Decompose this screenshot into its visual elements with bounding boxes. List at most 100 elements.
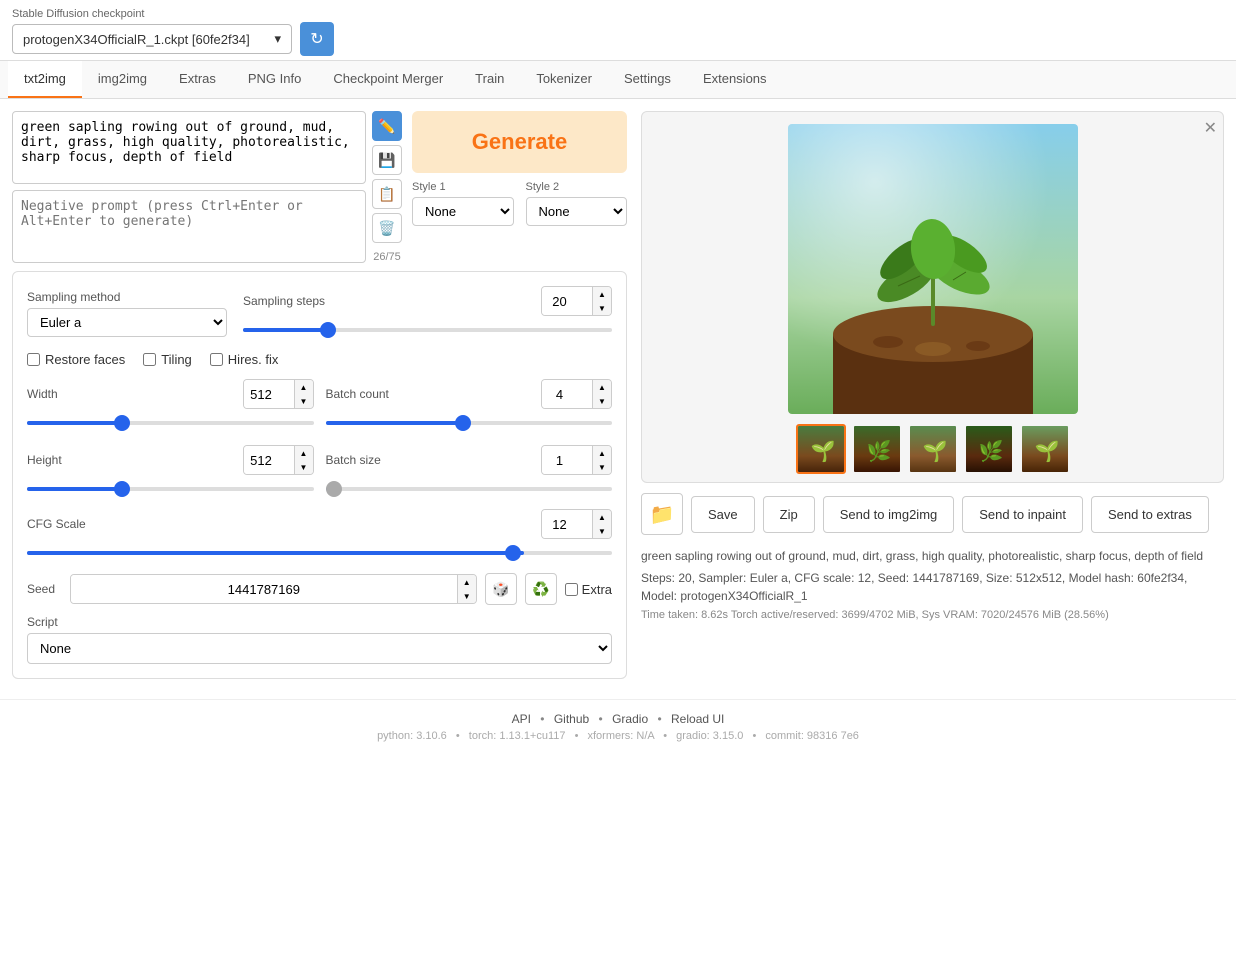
tab-img2img[interactable]: img2img — [82, 61, 163, 98]
width-input[interactable]: ▲ ▼ — [243, 379, 314, 409]
refresh-checkpoint-button[interactable]: ↻ — [300, 22, 334, 56]
seed-up-btn[interactable]: ▲ — [458, 575, 476, 589]
tab-txt2img[interactable]: txt2img — [8, 61, 82, 98]
gradio-link[interactable]: Gradio — [612, 712, 648, 726]
batch-count-up-btn[interactable]: ▲ — [593, 380, 611, 394]
batch-size-label: Batch size — [326, 453, 381, 467]
width-slider-fill — [27, 421, 127, 425]
send-to-img2img-button[interactable]: Send to img2img — [823, 496, 955, 533]
sampling-steps-label: Sampling steps — [243, 294, 325, 308]
width-down-btn[interactable]: ▼ — [295, 394, 313, 408]
restore-faces-checkbox[interactable]: Restore faces — [27, 352, 125, 367]
recycle-button[interactable]: ♻️ — [525, 573, 557, 605]
dice-button[interactable]: 🎲 — [485, 573, 517, 605]
height-down-btn[interactable]: ▼ — [295, 460, 313, 474]
restore-faces-input[interactable] — [27, 353, 40, 366]
thumbnail-5[interactable]: 🌱 — [1020, 424, 1070, 474]
thumbnail-1[interactable]: 🌱 — [796, 424, 846, 474]
thumbnail-2[interactable]: 🌿 — [852, 424, 902, 474]
reload-ui-link[interactable]: Reload UI — [671, 712, 724, 726]
open-folder-button[interactable]: 📁 — [641, 493, 683, 535]
github-link[interactable]: Github — [554, 712, 589, 726]
zip-button[interactable]: Zip — [763, 496, 815, 533]
height-slider-thumb[interactable] — [114, 481, 130, 497]
style1-select[interactable]: None — [412, 197, 514, 226]
footer-links: API • Github • Gradio • Reload UI — [12, 712, 1224, 726]
negative-prompt-input[interactable] — [12, 190, 366, 263]
thumbnail-3[interactable]: 🌱 — [908, 424, 958, 474]
footer: API • Github • Gradio • Reload UI python… — [0, 699, 1236, 754]
cfg-label: CFG Scale — [27, 517, 86, 531]
tiling-input[interactable] — [143, 353, 156, 366]
tab-settings[interactable]: Settings — [608, 61, 687, 98]
extra-input[interactable] — [565, 583, 578, 596]
cfg-input[interactable]: ▲ ▼ — [541, 509, 612, 539]
height-up-btn[interactable]: ▲ — [295, 446, 313, 460]
seed-label: Seed — [27, 582, 62, 596]
batch-size-down-btn[interactable]: ▼ — [593, 460, 611, 474]
api-link[interactable]: API — [512, 712, 531, 726]
clear-prompt-button[interactable]: 🗑️ — [372, 213, 402, 243]
batch-size-up-btn[interactable]: ▲ — [593, 446, 611, 460]
hires-fix-input[interactable] — [210, 353, 223, 366]
steps-up-btn[interactable]: ▲ — [593, 287, 611, 301]
batch-size-input[interactable]: ▲ ▼ — [541, 445, 612, 475]
batch-size-value-input[interactable] — [542, 446, 592, 474]
extra-checkbox[interactable]: Extra — [565, 582, 612, 597]
height-input[interactable]: ▲ ▼ — [243, 445, 314, 475]
script-label: Script — [27, 615, 612, 629]
close-image-button[interactable]: ✕ — [1204, 118, 1217, 138]
cfg-down-btn[interactable]: ▼ — [593, 524, 611, 538]
batch-count-down-btn[interactable]: ▼ — [593, 394, 611, 408]
batch-count-input[interactable]: ▲ ▼ — [541, 379, 612, 409]
steps-input[interactable]: 20 ▲ ▼ — [541, 286, 612, 316]
steps-value-input[interactable]: 20 — [542, 287, 592, 315]
width-slider-thumb[interactable] — [114, 415, 130, 431]
seed-input-group[interactable]: ▲ ▼ — [70, 574, 477, 604]
sampling-row: Sampling method Euler a Sampling steps 2… — [27, 286, 612, 340]
height-group: Height ▲ ▼ — [27, 445, 314, 499]
script-select[interactable]: None — [27, 633, 612, 664]
send-to-inpaint-button[interactable]: Send to inpaint — [962, 496, 1083, 533]
checkpoint-dropdown[interactable]: protogenX34OfficialR_1.ckpt [60fe2f34] ▾ — [12, 24, 292, 54]
width-label: Width — [27, 387, 58, 401]
load-prompt-button[interactable]: 📋 — [372, 179, 402, 209]
style2-select[interactable]: None — [526, 197, 628, 226]
tab-extensions[interactable]: Extensions — [687, 61, 783, 98]
sampling-method-select[interactable]: Euler a — [27, 308, 227, 337]
steps-slider-thumb[interactable] — [320, 322, 336, 338]
send-to-extras-button[interactable]: Send to extras — [1091, 496, 1209, 533]
batch-count-value-input[interactable] — [542, 380, 592, 408]
save-prompt-button[interactable]: 💾 — [372, 145, 402, 175]
xformers-version: xformers: N/A — [588, 730, 655, 742]
tab-extras[interactable]: Extras — [163, 61, 232, 98]
seed-down-btn[interactable]: ▼ — [458, 589, 476, 603]
cfg-up-btn[interactable]: ▲ — [593, 510, 611, 524]
save-button[interactable]: Save — [691, 496, 755, 533]
save-icon: 💾 — [378, 152, 395, 169]
prompt-toolbar: ✏️ 💾 📋 🗑️ 26/75 — [372, 111, 402, 263]
prompt-area: green sapling rowing out of ground, mud,… — [12, 111, 402, 263]
height-value-input[interactable] — [244, 446, 294, 474]
tiling-checkbox[interactable]: Tiling — [143, 352, 192, 367]
cfg-value-input[interactable] — [542, 510, 592, 538]
torch-version: torch: 1.13.1+cu117 — [469, 730, 566, 742]
right-panel: ✕ — [627, 111, 1224, 679]
edit-prompt-button[interactable]: ✏️ — [372, 111, 402, 141]
tab-png-info[interactable]: PNG Info — [232, 61, 317, 98]
cfg-slider-thumb[interactable] — [505, 545, 521, 561]
tab-checkpoint-merger[interactable]: Checkpoint Merger — [317, 61, 459, 98]
style1-label: Style 1 — [412, 181, 514, 193]
hires-fix-checkbox[interactable]: Hires. fix — [210, 352, 279, 367]
tab-train[interactable]: Train — [459, 61, 520, 98]
batch-size-slider-thumb[interactable] — [326, 481, 342, 497]
generate-button[interactable]: Generate — [412, 111, 627, 173]
positive-prompt-input[interactable]: green sapling rowing out of ground, mud,… — [12, 111, 366, 184]
width-up-btn[interactable]: ▲ — [295, 380, 313, 394]
steps-down-btn[interactable]: ▼ — [593, 301, 611, 315]
tab-tokenizer[interactable]: Tokenizer — [520, 61, 608, 98]
seed-value-input[interactable] — [71, 575, 457, 603]
width-value-input[interactable] — [244, 380, 294, 408]
thumbnail-4[interactable]: 🌿 — [964, 424, 1014, 474]
batch-count-slider-thumb[interactable] — [455, 415, 471, 431]
